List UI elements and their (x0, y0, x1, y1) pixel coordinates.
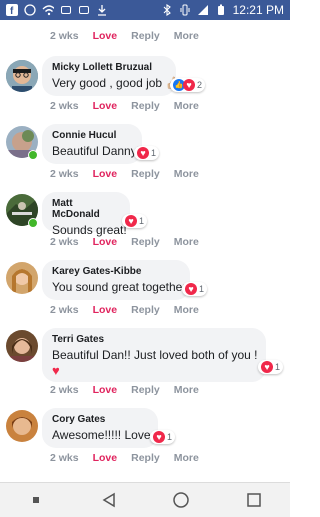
more-button[interactable]: More (174, 236, 199, 248)
facebook-notification-icon: f (6, 4, 18, 16)
avatar[interactable] (6, 410, 38, 442)
status-bar: f 12:21 PM (0, 0, 290, 20)
commenter-name[interactable]: Karey Gates-Kibbe (52, 266, 180, 277)
more-button[interactable]: More (174, 30, 199, 42)
image-notification-icon (78, 4, 90, 16)
love-button[interactable]: Love (93, 30, 118, 42)
heart-reaction-icon (137, 147, 149, 159)
wifi-notification-icon (42, 4, 54, 16)
more-button[interactable]: More (174, 100, 199, 112)
comment-text: Beautiful Danny! (52, 144, 141, 158)
love-button[interactable]: Love (93, 452, 118, 464)
download-notification-icon (96, 4, 108, 16)
reaction-summary[interactable]: 1 (122, 214, 148, 228)
comment-time: 2 wks (50, 100, 79, 112)
comments-list[interactable]: 2 wks Love Reply More Micky Lollett Bruz… (0, 20, 290, 482)
reply-button[interactable]: Reply (131, 384, 160, 396)
comment-actions: 2 wks Love Reply More (50, 168, 213, 180)
comment-time: 2 wks (50, 304, 79, 316)
comment-actions: 2 wks Love Reply More (50, 452, 213, 464)
comment-actions: 2 wks Love Reply More (50, 30, 213, 42)
reaction-count: 1 (151, 148, 157, 158)
comment-bubble[interactable]: Connie Hucul Beautiful Danny! (42, 124, 142, 164)
love-button[interactable]: Love (93, 168, 118, 180)
heart-reaction-icon (185, 283, 197, 295)
comment-time: 2 wks (50, 236, 79, 248)
messenger-notification-icon (24, 4, 36, 16)
comment-text: Awesome!!!!! Love it (52, 428, 160, 442)
more-button[interactable]: More (174, 168, 199, 180)
heart-reaction-icon (125, 215, 137, 227)
commenter-name[interactable]: Cory Gates (52, 414, 148, 425)
reaction-count: 1 (167, 432, 173, 442)
comment-bubble[interactable]: Cory Gates Awesome!!!!! Love it (42, 408, 160, 448)
reply-button[interactable]: Reply (131, 452, 160, 464)
comment-time: 2 wks (50, 384, 79, 396)
online-status-dot (28, 150, 38, 160)
reply-button[interactable]: Reply (131, 304, 160, 316)
reaction-summary[interactable]: 1 (150, 430, 176, 444)
menu-dot-icon[interactable] (21, 488, 51, 512)
avatar[interactable] (6, 262, 38, 294)
commenter-name[interactable]: Connie Hucul (52, 130, 132, 141)
reply-button[interactable]: Reply (131, 236, 160, 248)
heart-reaction-icon (261, 361, 273, 373)
reaction-count: 1 (199, 284, 205, 294)
navigation-bar (0, 482, 290, 517)
reply-button[interactable]: Reply (131, 30, 160, 42)
reaction-count: 1 (139, 216, 145, 226)
online-status-dot (28, 218, 38, 228)
comment-time: 2 wks (50, 30, 79, 42)
reply-button[interactable]: Reply (131, 168, 160, 180)
comment-time: 2 wks (50, 452, 79, 464)
heart-emoji: ♥ (52, 363, 60, 378)
comment-bubble[interactable]: Terri Gates Beautiful Dan!! Just loved b… (42, 328, 266, 382)
reaction-summary[interactable]: 1 (134, 146, 160, 160)
clock-time: 12:21 PM (232, 3, 284, 17)
commenter-name[interactable]: Micky Lollett Bruzual (52, 62, 166, 73)
home-icon[interactable] (166, 488, 196, 512)
reaction-summary[interactable]: 2 (170, 78, 206, 92)
commenter-name[interactable]: Terri Gates (52, 334, 256, 345)
comment-time: 2 wks (50, 168, 79, 180)
reply-button[interactable]: Reply (131, 100, 160, 112)
love-button[interactable]: Love (93, 236, 118, 248)
comment-text: Beautiful Dan!! Just loved both of you ! (52, 348, 258, 362)
love-button[interactable]: Love (93, 304, 118, 316)
heart-reaction-icon (183, 79, 195, 91)
bluetooth-icon (161, 4, 173, 16)
comment-bubble[interactable]: Micky Lollett Bruzual Very good , good j… (42, 56, 180, 96)
gallery-notification-icon (60, 4, 72, 16)
signal-icon (197, 4, 209, 16)
more-button[interactable]: More (174, 304, 199, 316)
reaction-summary[interactable]: 1 (182, 282, 208, 296)
reaction-summary[interactable]: 1 (258, 360, 284, 374)
comment-bubble[interactable]: Karey Gates-Kibbe You sound great togeth… (42, 260, 190, 300)
comment-actions: 2 wks Love Reply More (50, 100, 213, 112)
comment-text: You sound great together. (52, 280, 190, 294)
love-button[interactable]: Love (93, 384, 118, 396)
heart-reaction-icon (153, 431, 165, 443)
more-button[interactable]: More (174, 384, 199, 396)
avatar[interactable] (6, 330, 38, 362)
love-button[interactable]: Love (93, 100, 118, 112)
avatar[interactable] (6, 60, 38, 92)
commenter-name[interactable]: Matt McDonald (52, 198, 120, 220)
vibrate-icon (179, 4, 191, 16)
recent-apps-icon[interactable] (239, 488, 269, 512)
comment-actions: 2 wks Love Reply More (50, 236, 213, 248)
reaction-count: 1 (275, 362, 281, 372)
more-button[interactable]: More (174, 452, 199, 464)
comment-text: Very good , good job (52, 76, 163, 90)
comment-actions: 2 wks Love Reply More (50, 384, 213, 396)
battery-icon (215, 4, 227, 16)
comment-bubble[interactable]: Matt McDonald Sounds great! (42, 192, 130, 237)
reaction-count: 2 (197, 80, 203, 90)
back-icon[interactable] (94, 488, 124, 512)
comment-actions: 2 wks Love Reply More (50, 304, 213, 316)
